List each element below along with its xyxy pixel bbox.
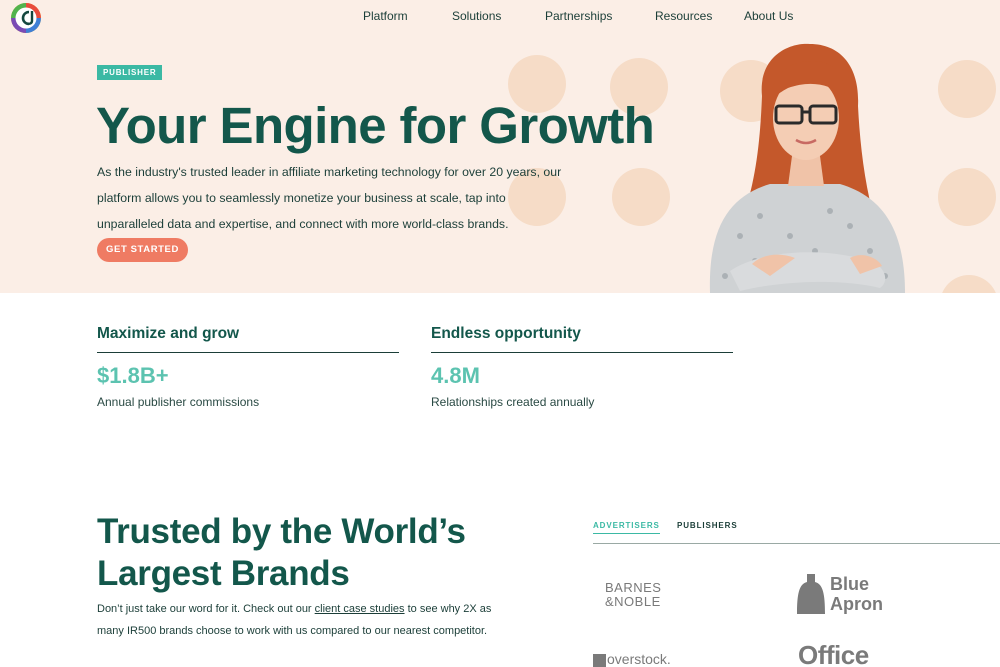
stat-heading: Endless opportunity xyxy=(431,322,733,353)
stat-card-endless: Endless opportunity 4.8M Relationships c… xyxy=(431,322,733,409)
stat-label: Relationships created annually xyxy=(431,395,595,409)
stat-value: 4.8M xyxy=(431,363,480,388)
stat-label: Annual publisher commissions xyxy=(97,395,260,409)
stat-heading: Maximize and grow xyxy=(97,322,399,353)
office-depot-logo: Office xyxy=(798,640,869,667)
noble-text: &NOBLE xyxy=(605,594,661,609)
blue-apron-logo: Blue Apron xyxy=(830,574,883,614)
stat-card-maximize: Maximize and grow $1.8B+ Annual publishe… xyxy=(97,322,399,409)
brand-tabs: ADVERTISERS PUBLISHERS xyxy=(593,521,1000,544)
overstock-logo: overstock. xyxy=(607,651,671,667)
barnes-text: BARNES xyxy=(605,580,662,595)
case-studies-link[interactable]: client case studies xyxy=(315,603,405,615)
decor-dot xyxy=(938,168,996,226)
trusted-desc-text: Don’t just take our word for it. Check o… xyxy=(97,603,315,615)
tab-publishers[interactable]: PUBLISHERS xyxy=(677,521,738,530)
main-nav: Platform Solutions Partnerships Resource… xyxy=(0,9,1000,25)
publisher-badge: PUBLISHER xyxy=(97,65,163,80)
nav-about-us[interactable]: About Us xyxy=(744,9,793,23)
blue-text: Blue xyxy=(830,574,870,594)
barnes-noble-logo: BARNES &NOBLE xyxy=(605,581,661,609)
get-started-button[interactable]: GET STARTED xyxy=(97,238,188,262)
nav-platform[interactable]: Platform xyxy=(363,9,408,23)
decor-dot xyxy=(612,168,670,226)
trusted-title: Trusted by the World’s Largest Brands xyxy=(97,512,466,593)
nav-solutions[interactable]: Solutions xyxy=(452,9,501,23)
decor-dot xyxy=(940,275,998,293)
decor-dot xyxy=(938,60,996,118)
apron-text: Apron xyxy=(830,594,883,614)
blue-apron-icon xyxy=(797,574,825,614)
hero-title: Your Engine for Growth xyxy=(96,97,655,154)
nav-resources[interactable]: Resources xyxy=(655,9,712,23)
overstock-icon xyxy=(593,654,606,667)
trusted-description: Don’t just take our word for it. Check o… xyxy=(97,598,517,642)
hero-section: Platform Solutions Partnerships Resource… xyxy=(0,0,1000,293)
nav-partnerships[interactable]: Partnerships xyxy=(545,9,612,23)
stat-value: $1.8B+ xyxy=(97,363,169,388)
hero-person-image xyxy=(709,43,905,293)
tab-advertisers[interactable]: ADVERTISERS xyxy=(593,521,660,534)
hero-description: As the industry's trusted leader in affi… xyxy=(97,165,562,231)
